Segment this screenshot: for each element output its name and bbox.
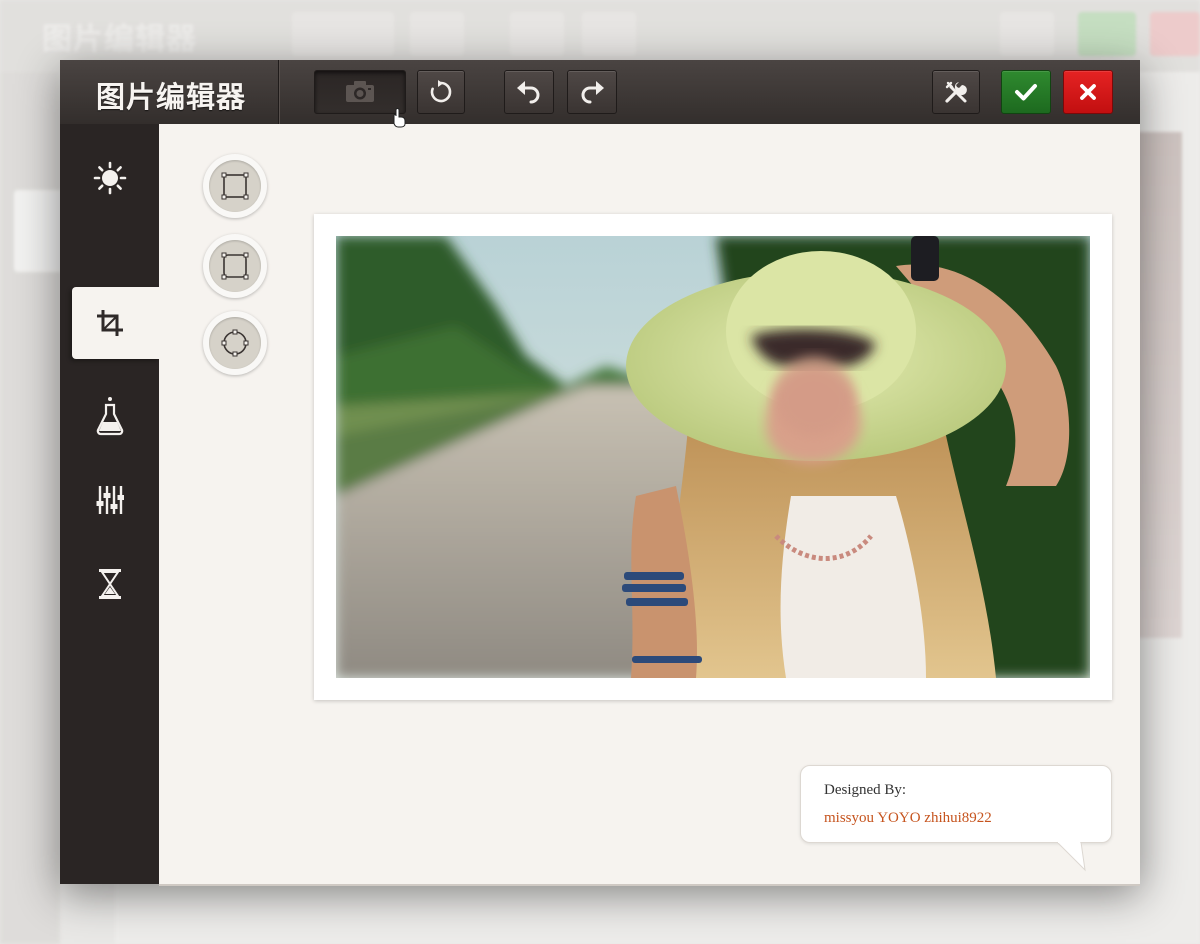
photo-frame bbox=[314, 214, 1112, 700]
tools-icon bbox=[945, 81, 967, 103]
rotate-icon bbox=[430, 80, 452, 103]
background-confirm-button bbox=[1078, 12, 1136, 56]
canvas-area: Designed By: missyou YOYO zhihui8922 bbox=[159, 124, 1140, 886]
background-settings-button bbox=[1000, 12, 1054, 56]
sidebar bbox=[60, 124, 160, 884]
flask-icon bbox=[96, 397, 123, 436]
redo-icon bbox=[581, 81, 604, 104]
cancel-button[interactable] bbox=[1063, 70, 1113, 114]
edited-photo[interactable] bbox=[336, 236, 1090, 678]
sliders-icon bbox=[96, 486, 124, 514]
crop-rounded-square-icon bbox=[221, 252, 249, 280]
confirm-button[interactable] bbox=[1001, 70, 1051, 114]
background-rotate-button bbox=[410, 12, 464, 56]
sidebar-item-timer[interactable] bbox=[60, 549, 159, 619]
crop-shape-circle-bg bbox=[209, 317, 261, 369]
background-camera-button bbox=[292, 12, 394, 56]
crop-circle-icon bbox=[221, 329, 249, 357]
background-redo-button bbox=[582, 12, 636, 56]
credit-label: Designed By: bbox=[824, 782, 907, 798]
crop-shape-square-button[interactable] bbox=[203, 154, 267, 218]
title-divider bbox=[278, 60, 279, 124]
check-icon bbox=[1015, 84, 1037, 101]
editor-window: 图片编辑器 Designed By: missyou YOYO zhihui89… bbox=[60, 60, 1140, 886]
crop-shape-circle-button[interactable] bbox=[203, 311, 267, 375]
crop-square-icon bbox=[221, 172, 249, 200]
crop-icon bbox=[97, 310, 123, 336]
sun-icon bbox=[93, 161, 126, 195]
photo-image bbox=[336, 236, 1090, 678]
sidebar-item-brightness[interactable] bbox=[60, 143, 159, 213]
redo-button[interactable] bbox=[567, 70, 617, 114]
background-cancel-button bbox=[1150, 12, 1200, 56]
camera-icon bbox=[346, 81, 374, 102]
mouse-cursor-icon bbox=[393, 108, 406, 128]
crop-shape-square-bg bbox=[209, 160, 261, 212]
crop-shape-rounded-bg bbox=[209, 240, 261, 292]
undo-button[interactable] bbox=[504, 70, 554, 114]
app-title: 图片编辑器 bbox=[96, 80, 247, 114]
settings-button[interactable] bbox=[932, 70, 980, 114]
hourglass-icon bbox=[98, 569, 121, 599]
credit-names: missyou YOYO zhihui8922 bbox=[824, 810, 992, 826]
undo-icon bbox=[517, 81, 540, 104]
close-icon bbox=[1080, 84, 1096, 100]
sidebar-item-crop[interactable] bbox=[72, 287, 160, 359]
background-title: 图片编辑器 bbox=[42, 22, 197, 57]
background-undo-button bbox=[510, 12, 564, 56]
sidebar-item-adjust[interactable] bbox=[60, 465, 159, 535]
bubble-tail bbox=[1056, 842, 1086, 872]
rotate-button[interactable] bbox=[417, 70, 465, 114]
crop-shape-rounded-button[interactable] bbox=[203, 234, 267, 298]
credit-bubble: Designed By: missyou YOYO zhihui8922 bbox=[800, 765, 1112, 872]
toolbar: 图片编辑器 bbox=[60, 60, 1140, 125]
sidebar-item-effects[interactable] bbox=[60, 381, 159, 451]
